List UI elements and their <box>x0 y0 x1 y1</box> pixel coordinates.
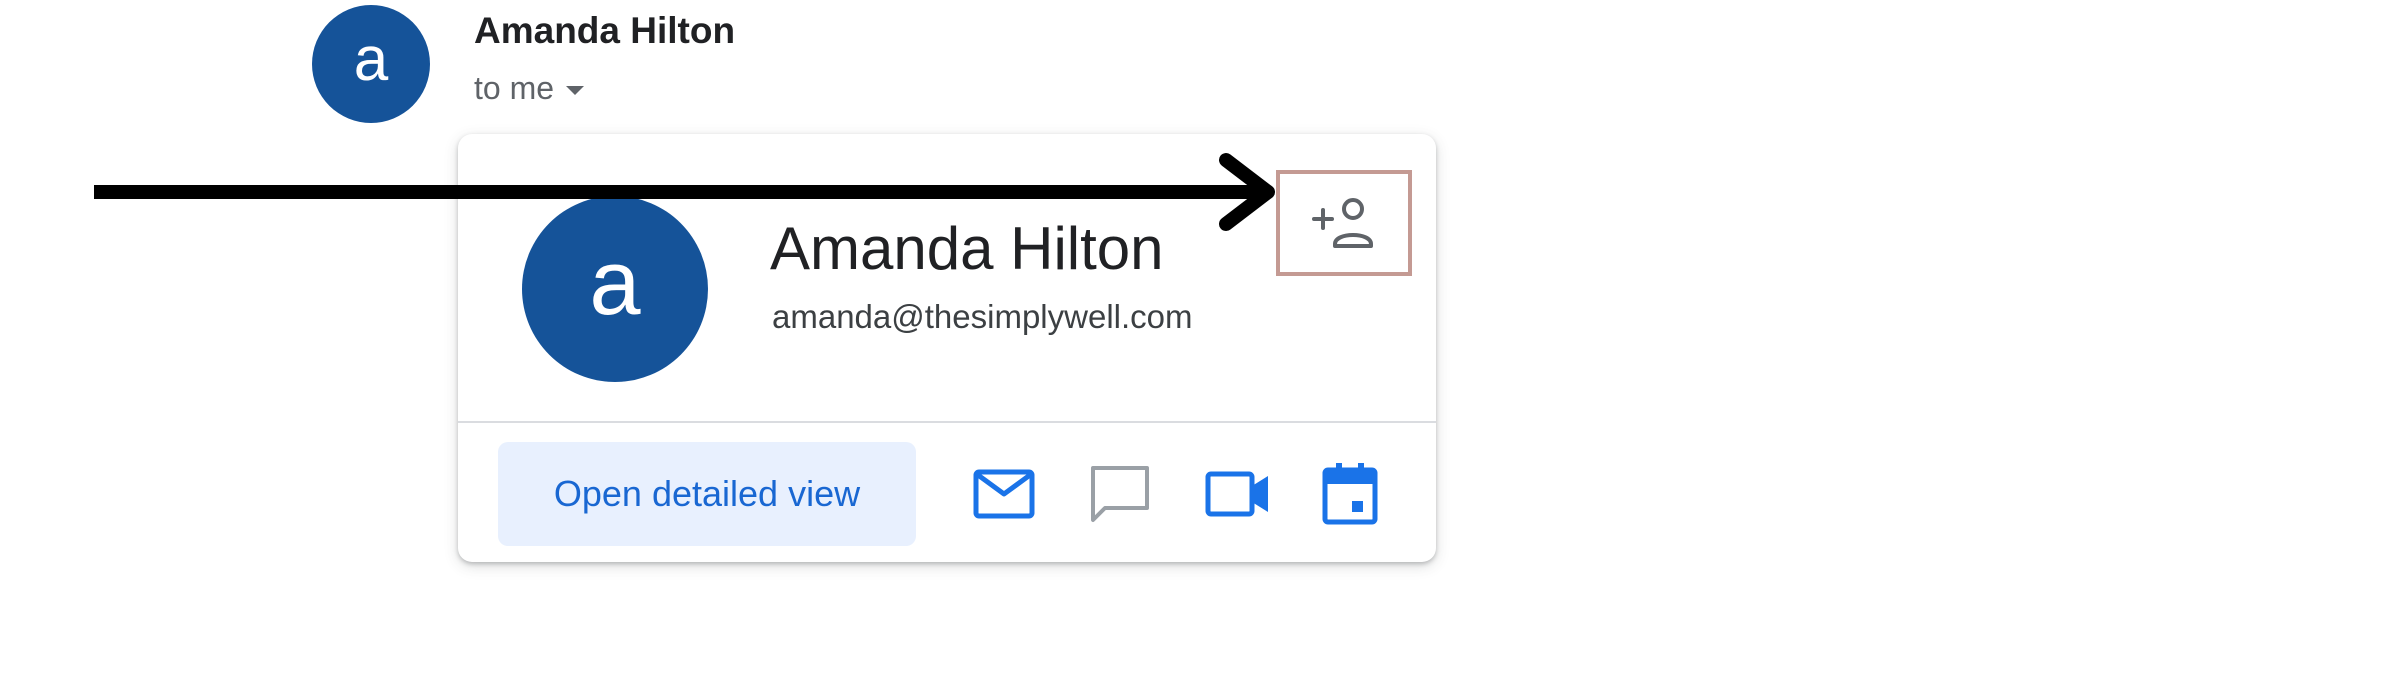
contact-avatar-initial: a <box>589 232 641 334</box>
contact-hover-card: a Amanda Hilton amanda@thesimplywell.com… <box>458 134 1436 562</box>
open-detailed-view-button[interactable]: Open detailed view <box>498 442 916 546</box>
contact-email: amanda@thesimplywell.com <box>772 298 1193 335</box>
calendar-icon <box>1322 463 1378 525</box>
contact-name: Amanda Hilton <box>770 215 1164 282</box>
add-to-contacts-button[interactable] <box>1276 170 1412 276</box>
contact-avatar: a <box>522 196 708 382</box>
chat-icon <box>1091 466 1149 522</box>
add-person-icon <box>1312 198 1373 248</box>
start-video-call-button[interactable] <box>1202 458 1274 530</box>
video-call-icon <box>1205 471 1268 517</box>
recipient-text: to me <box>474 70 555 106</box>
caret-down-icon <box>566 86 585 95</box>
card-divider <box>458 421 1436 423</box>
start-chat-button[interactable] <box>1084 458 1156 530</box>
schedule-event-button[interactable] <box>1314 458 1386 530</box>
mail-icon <box>973 469 1035 519</box>
sender-name[interactable]: Amanda Hilton <box>474 10 735 52</box>
sender-avatar-initial: a <box>353 25 389 94</box>
sender-avatar[interactable]: a <box>312 5 430 123</box>
send-email-button[interactable] <box>968 458 1040 530</box>
recipient-details-toggle[interactable]: to me <box>474 70 585 107</box>
